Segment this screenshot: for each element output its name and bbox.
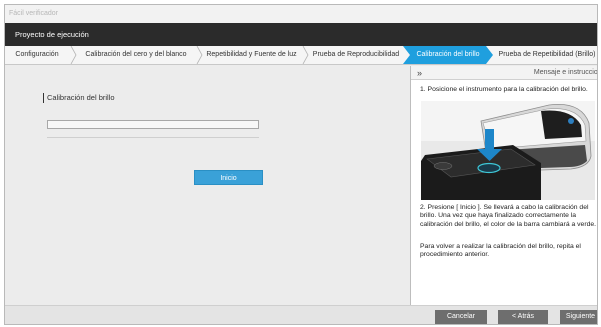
- divider: [47, 137, 259, 138]
- window-titlebar: Fácil verificador: [5, 5, 597, 23]
- instructions-panel: » Mensaje e instrucciones 1. Posicione e…: [410, 66, 598, 305]
- window-title: Fácil verificador: [9, 10, 59, 17]
- back-button[interactable]: < Atrás: [498, 310, 548, 324]
- step-calibracion-brillo[interactable]: Calibración del brillo: [403, 46, 493, 64]
- instructions-panel-title: Mensaje e instrucciones: [533, 69, 598, 76]
- step-label: Calibración del cero y del blanco: [85, 51, 187, 58]
- instruction-repeat-note: Para volver a realizar la calibración de…: [420, 243, 581, 259]
- step-label: Calibración del brillo: [416, 51, 480, 58]
- calibration-progress-bar: [47, 120, 259, 129]
- section-label: Calibración del brillo: [43, 93, 115, 103]
- instruction-step-2: 2. Presione [ Inicio ]. Se llevará a cab…: [420, 204, 597, 228]
- app-window: Fácil verificador Proyecto de ejecución …: [4, 4, 598, 325]
- cancel-button[interactable]: Cancelar: [435, 310, 487, 324]
- start-button[interactable]: Inicio: [194, 170, 263, 185]
- step-label: Repetibilidad y Fuente de luz: [206, 51, 297, 58]
- project-title: Proyecto de ejecución: [15, 30, 89, 39]
- instruction-step-1: 1. Posicione el instrumento para la cali…: [420, 86, 588, 93]
- step-prueba-reproducibilidad[interactable]: Prueba de Reproducibilidad: [308, 46, 404, 64]
- main-content: Calibración del brillo Inicio: [5, 65, 408, 305]
- step-prueba-repetibilidad-brillo[interactable]: Prueba de Repetibilidad (Brillo): [491, 46, 597, 64]
- step-navigation: Configuración Calibración del cero y del…: [5, 46, 597, 65]
- step-calibracion-cero-blanco[interactable]: Calibración del cero y del blanco: [77, 46, 195, 64]
- step-repetibilidad-fuente-luz[interactable]: Repetibilidad y Fuente de luz: [202, 46, 301, 64]
- project-header: Proyecto de ejecución: [5, 23, 597, 46]
- double-chevron-right-icon[interactable]: »: [417, 67, 422, 79]
- step-label: Configuración: [15, 51, 59, 58]
- step-label: Prueba de Reproducibilidad: [312, 51, 400, 58]
- step-label: Prueba de Repetibilidad (Brillo): [498, 51, 596, 58]
- instrument-illustration: [421, 101, 595, 200]
- next-button[interactable]: Siguiente >: [560, 310, 597, 324]
- step-configuracion[interactable]: Configuración: [5, 46, 69, 64]
- step-separator-icon: [70, 46, 77, 64]
- instructions-panel-header: » Mensaje e instrucciones: [411, 66, 598, 80]
